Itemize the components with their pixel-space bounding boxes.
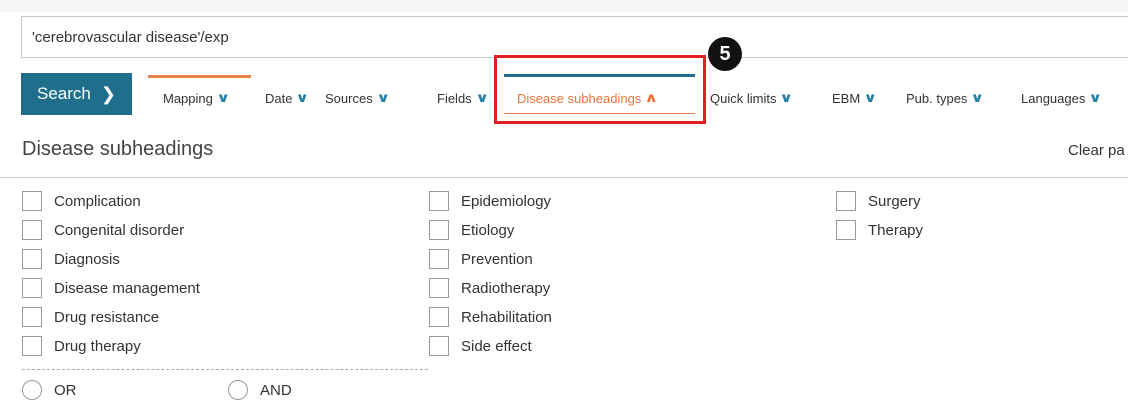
option-label: Therapy xyxy=(868,221,924,239)
search-button[interactable]: Search ❯ xyxy=(21,73,132,115)
checkbox[interactable] xyxy=(429,278,449,298)
chevron-down-icon: ∨ xyxy=(295,90,310,105)
query-input[interactable] xyxy=(21,16,1128,58)
subheading-option[interactable]: Side effect xyxy=(429,334,532,358)
dashed-divider xyxy=(22,369,428,370)
option-label: Complication xyxy=(54,192,141,210)
option-label: Epidemiology xyxy=(461,192,552,210)
step-number-badge: 5 xyxy=(708,37,742,71)
tab-label: EBM xyxy=(832,90,861,106)
checkbox[interactable] xyxy=(429,220,449,240)
checkbox[interactable] xyxy=(429,307,449,327)
chevron-down-icon: ∨ xyxy=(779,90,794,105)
checkbox[interactable] xyxy=(22,249,42,269)
tab-label: Pub. types xyxy=(906,90,968,106)
tab-label: Languages xyxy=(1021,90,1086,106)
checkbox[interactable] xyxy=(836,191,856,211)
chevron-down-icon: ∨ xyxy=(376,90,390,105)
subheading-option[interactable]: Prevention xyxy=(429,247,533,271)
tab-fields[interactable]: Fields ∨ xyxy=(437,86,489,110)
tab-label: Date xyxy=(265,90,293,106)
highlight-annotation-box xyxy=(494,55,706,124)
tab-ebm[interactable]: EBM ∨ xyxy=(832,86,878,110)
subheading-option[interactable]: Diagnosis xyxy=(22,247,120,271)
checkbox[interactable] xyxy=(22,278,42,298)
option-label: Rehabilitation xyxy=(461,308,552,326)
subheading-option[interactable]: Surgery xyxy=(836,189,921,213)
panel-title: Disease subheadings xyxy=(22,138,214,160)
checkbox[interactable] xyxy=(22,336,42,356)
option-label: Congenital disorder xyxy=(54,221,185,239)
radio-button[interactable] xyxy=(22,380,42,400)
tab-date[interactable]: Date ∨ xyxy=(265,86,310,110)
checkbox[interactable] xyxy=(22,307,42,327)
subheading-option[interactable]: Complication xyxy=(22,189,141,213)
tab-sources[interactable]: Sources ∨ xyxy=(325,86,390,110)
checkbox[interactable] xyxy=(429,249,449,269)
option-label: Diagnosis xyxy=(54,250,120,268)
tab-label: Fields xyxy=(437,90,472,106)
tab-quick-limits[interactable]: Quick limits ∨ xyxy=(710,86,794,110)
subheading-option[interactable]: Disease management xyxy=(22,276,200,300)
option-label: Drug resistance xyxy=(54,308,160,326)
chevron-down-icon: ∨ xyxy=(475,90,489,105)
operator-label: AND xyxy=(260,381,292,399)
mapping-tab-indicator xyxy=(148,75,251,78)
option-label: Drug therapy xyxy=(54,337,141,355)
operator-label: OR xyxy=(54,381,77,399)
tab-pub-types[interactable]: Pub. types ∨ xyxy=(906,86,985,110)
page: Search ❯ Mapping ∨ Date ∨ Sources ∨ Fiel… xyxy=(0,0,1128,407)
top-band xyxy=(0,0,1128,12)
checkbox[interactable] xyxy=(429,336,449,356)
subheading-option[interactable]: Drug therapy xyxy=(22,334,141,358)
subheading-option[interactable]: Therapy xyxy=(836,218,923,242)
tab-label: Mapping xyxy=(163,90,213,106)
option-label: Prevention xyxy=(461,250,533,268)
tab-languages[interactable]: Languages ∨ xyxy=(1021,86,1103,110)
checkbox[interactable] xyxy=(836,220,856,240)
option-label: Surgery xyxy=(868,192,921,210)
operator-option-or[interactable]: OR xyxy=(22,378,77,402)
subheading-option[interactable]: Drug resistance xyxy=(22,305,159,329)
option-label: Radiotherapy xyxy=(461,279,551,297)
chevron-right-icon: ❯ xyxy=(100,83,116,104)
divider xyxy=(0,177,1128,178)
subheading-option[interactable]: Etiology xyxy=(429,218,514,242)
option-label: Disease management xyxy=(54,279,200,297)
chevron-down-icon: ∨ xyxy=(216,90,231,105)
checkbox[interactable] xyxy=(22,220,42,240)
tab-label: Quick limits xyxy=(710,90,777,106)
subheading-option[interactable]: Radiotherapy xyxy=(429,276,550,300)
tab-mapping[interactable]: Mapping ∨ xyxy=(163,86,231,110)
subheading-option[interactable]: Congenital disorder xyxy=(22,218,184,242)
checkbox[interactable] xyxy=(22,191,42,211)
subheading-option[interactable]: Epidemiology xyxy=(429,189,551,213)
radio-button[interactable] xyxy=(228,380,248,400)
option-label: Side effect xyxy=(461,337,532,355)
chevron-down-icon: ∨ xyxy=(970,90,985,105)
checkbox[interactable] xyxy=(429,191,449,211)
tab-label: Sources xyxy=(325,90,373,106)
chevron-down-icon: ∨ xyxy=(863,90,878,105)
chevron-down-icon: ∨ xyxy=(1088,90,1103,105)
subheading-option[interactable]: Rehabilitation xyxy=(429,305,552,329)
clear-panel-link[interactable]: Clear pa xyxy=(1068,142,1125,159)
search-button-label: Search xyxy=(37,84,91,103)
operator-option-and[interactable]: AND xyxy=(228,378,292,402)
option-label: Etiology xyxy=(461,221,515,239)
